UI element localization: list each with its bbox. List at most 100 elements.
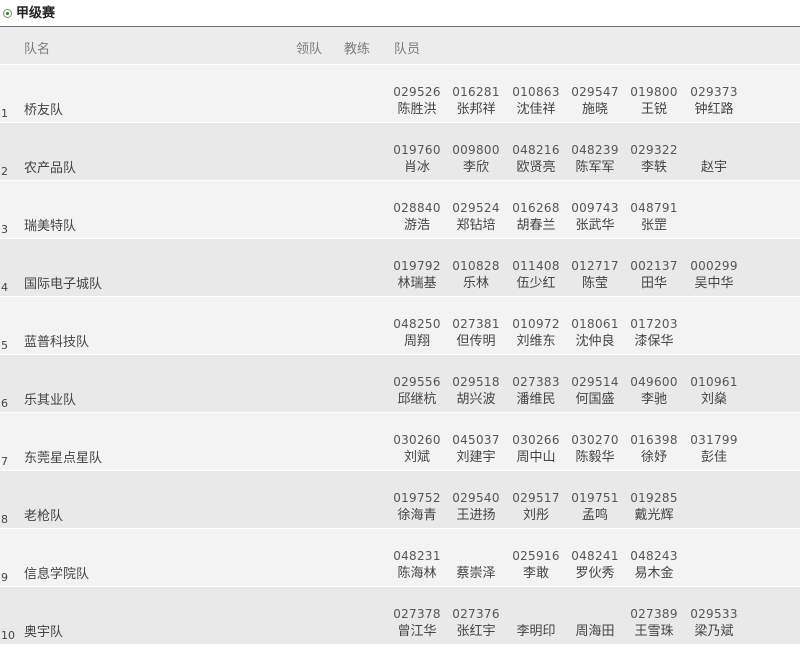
member-name: 周翔 xyxy=(403,334,430,349)
member-cell: 029556 邱继杭 xyxy=(389,375,445,407)
member-name: 刘维东 xyxy=(516,334,556,349)
member-id: 030266 xyxy=(512,433,560,447)
member-cell: 蔡崇泽 xyxy=(448,549,504,581)
member-id xyxy=(567,607,623,621)
row-number: 2 xyxy=(1,165,8,178)
row-number: 3 xyxy=(1,223,8,236)
member-cell: 027389 王雪珠 xyxy=(626,607,682,639)
member-id: 000299 xyxy=(690,259,738,273)
member-cell: 049600 李驰 xyxy=(626,375,682,407)
member-id: 048231 xyxy=(393,549,441,563)
member-id: 029547 xyxy=(571,85,619,99)
team-name: 奥宇队 xyxy=(24,625,64,640)
member-name: 孟鸣 xyxy=(581,508,608,523)
member-id: 016281 xyxy=(452,85,500,99)
member-cell: 李明印 xyxy=(508,607,564,639)
member-cell: 030266 周中山 xyxy=(508,433,564,465)
member-id: 002137 xyxy=(630,259,678,273)
table-row: 2 农产品队 019760 肖冰 009800 李欣 048216 欧贤亮 048239 陈军军 0… xyxy=(0,123,800,181)
member-name: 戴光辉 xyxy=(634,508,674,523)
team-name: 农产品队 xyxy=(24,161,77,176)
row-number: 5 xyxy=(1,339,8,352)
member-name: 肖冰 xyxy=(403,160,430,175)
member-cell: 048239 陈军军 xyxy=(567,143,623,175)
member-name: 赵宇 xyxy=(700,160,727,175)
member-cell: 029540 王进扬 xyxy=(448,491,504,523)
member-name: 周中山 xyxy=(516,450,556,465)
section-header: 甲级赛 xyxy=(0,0,800,27)
member-name: 徐海青 xyxy=(397,508,437,523)
member-name: 陈胜洪 xyxy=(397,102,437,117)
member-name: 漆保华 xyxy=(634,334,674,349)
member-cell: 029524 郑钻培 xyxy=(448,201,504,233)
member-cell: 029518 胡兴波 xyxy=(448,375,504,407)
member-cell: 019800 王锐 xyxy=(626,85,682,117)
member-name: 王锐 xyxy=(640,102,667,117)
member-cell: 016268 胡春兰 xyxy=(508,201,564,233)
member-id: 029533 xyxy=(690,607,738,621)
member-name: 潘维民 xyxy=(516,392,556,407)
team-name: 乐其业队 xyxy=(24,393,77,408)
member-name: 郑钻培 xyxy=(456,218,496,233)
column-coach: 教练 xyxy=(344,42,371,57)
member-name: 乐林 xyxy=(462,276,489,291)
member-id: 010972 xyxy=(512,317,560,331)
table-header: 队名 领队 教练 队员 xyxy=(0,27,800,65)
member-id: 019752 xyxy=(393,491,441,505)
member-cell: 010863 沈佳祥 xyxy=(508,85,564,117)
table-row: 7 东莞星点星队 030260 刘斌 045037 刘建宇 030266 周中山 030270 陈… xyxy=(0,413,800,471)
member-id: 029373 xyxy=(690,85,738,99)
table-row: 6 乐其业队 029556 邱继杭 029518 胡兴波 027383 潘维民 029514 何国… xyxy=(0,355,800,413)
member-id: 027389 xyxy=(630,607,678,621)
member-id: 018061 xyxy=(571,317,619,331)
member-id: 029518 xyxy=(452,375,500,389)
team-table: 队名 领队 教练 队员 1 桥友队 029526 陈胜洪 016281 张邦祥 010863… xyxy=(0,27,800,645)
member-name: 张武华 xyxy=(575,218,615,233)
table-body: 1 桥友队 029526 陈胜洪 016281 张邦祥 010863 沈佳祥 029547 施晓 0… xyxy=(0,65,800,645)
member-cell: 027378 曾江华 xyxy=(389,607,445,639)
radio-selected-icon[interactable] xyxy=(3,9,12,18)
member-id: 012717 xyxy=(571,259,619,273)
member-id: 016268 xyxy=(512,201,560,215)
member-id: 025916 xyxy=(512,549,560,563)
member-name: 蔡崇泽 xyxy=(456,566,496,581)
member-cell: 045037 刘建宇 xyxy=(448,433,504,465)
member-id: 029556 xyxy=(393,375,441,389)
member-name: 胡兴波 xyxy=(456,392,496,407)
member-name: 但传明 xyxy=(456,334,496,349)
member-id: 017203 xyxy=(630,317,678,331)
member-id xyxy=(508,607,564,621)
member-cell: 赵宇 xyxy=(686,143,742,175)
member-cell: 029517 刘彤 xyxy=(508,491,564,523)
member-cell: 030260 刘斌 xyxy=(389,433,445,465)
member-name: 伍少红 xyxy=(516,276,556,291)
member-cell: 031799 彭佳 xyxy=(686,433,742,465)
team-name: 信息学院队 xyxy=(24,567,90,582)
member-name: 徐妤 xyxy=(640,450,667,465)
member-cell: 027381 但传明 xyxy=(448,317,504,349)
member-name: 梁乃斌 xyxy=(694,624,734,639)
team-name: 国际电子城队 xyxy=(24,277,103,292)
member-id: 048243 xyxy=(630,549,678,563)
member-name: 陈军军 xyxy=(575,160,615,175)
member-name: 张罡 xyxy=(640,218,667,233)
member-cell: 028840 游浩 xyxy=(389,201,445,233)
member-name: 王雪珠 xyxy=(634,624,674,639)
member-name: 刘建宇 xyxy=(456,450,496,465)
member-name: 陈毅华 xyxy=(575,450,615,465)
column-team: 队名 xyxy=(24,42,51,57)
member-cell: 009800 李欣 xyxy=(448,143,504,175)
member-id: 027383 xyxy=(512,375,560,389)
member-id: 048216 xyxy=(512,143,560,157)
table-row: 5 蓝普科技队 048250 周翔 027381 但传明 010972 刘维东 018061 沈仲… xyxy=(0,297,800,355)
member-cell: 029547 施晓 xyxy=(567,85,623,117)
member-name: 林瑞基 xyxy=(397,276,437,291)
member-name: 刘彤 xyxy=(522,508,549,523)
team-name: 瑞美特队 xyxy=(24,219,77,234)
row-number: 6 xyxy=(1,397,8,410)
member-cell: 025916 李敢 xyxy=(508,549,564,581)
member-id: 029322 xyxy=(630,143,678,157)
member-name: 沈仲良 xyxy=(575,334,615,349)
member-name: 游浩 xyxy=(403,218,430,233)
member-cell: 016398 徐妤 xyxy=(626,433,682,465)
